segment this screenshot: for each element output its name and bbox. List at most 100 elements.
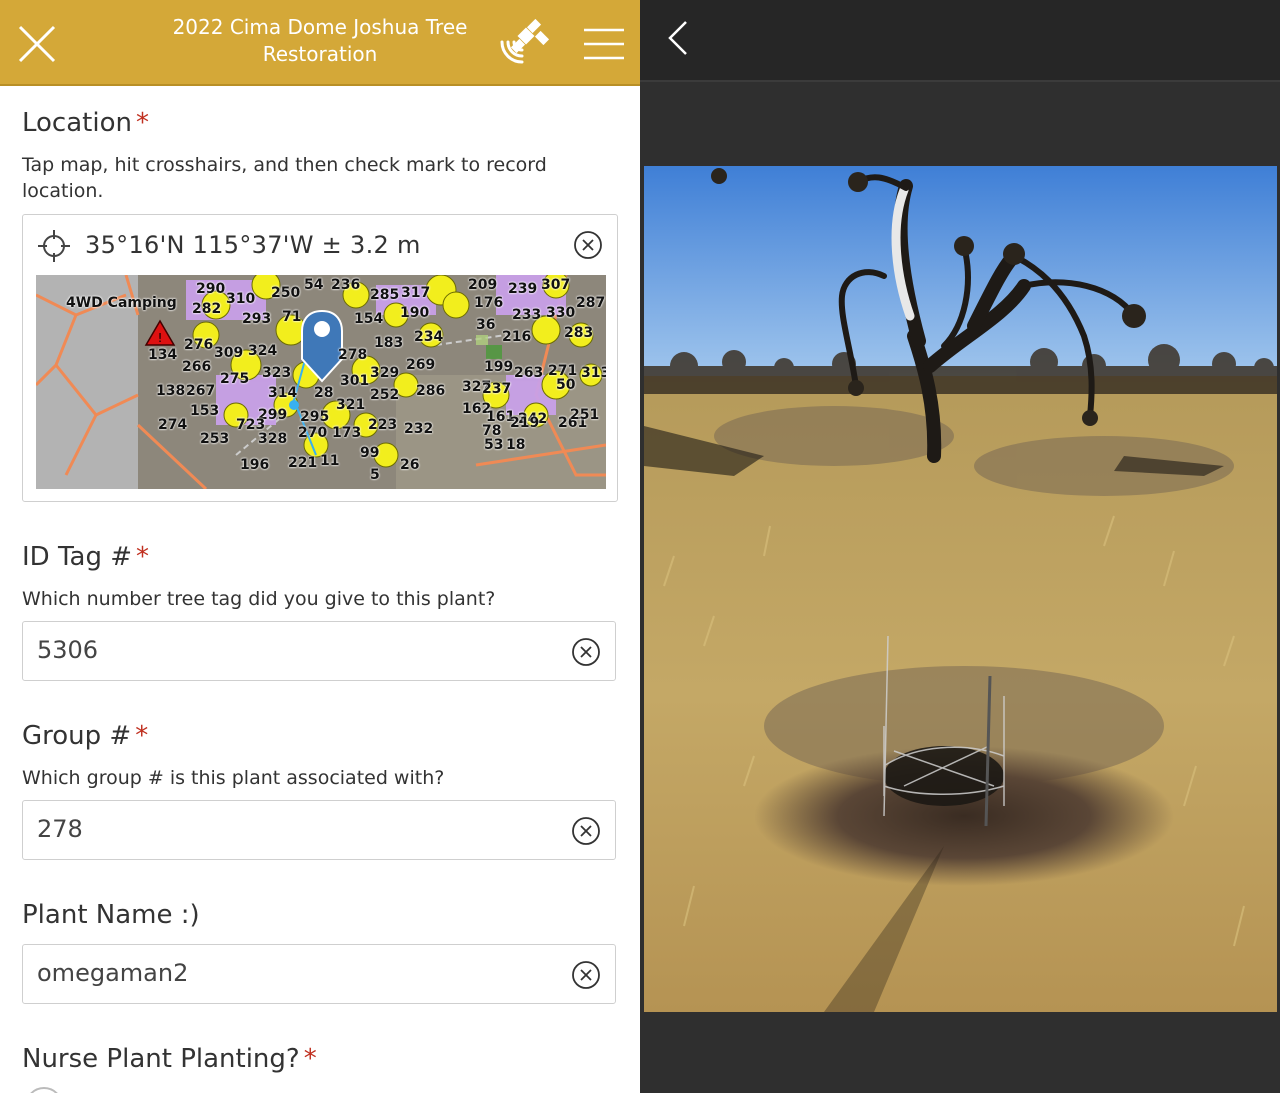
hamburger-menu-icon[interactable] — [584, 26, 624, 62]
group-hint: Which group # is this plant associated w… — [22, 767, 445, 789]
map-point-label: 250 — [271, 285, 301, 301]
map-point-label: 99 — [360, 445, 380, 461]
map-point-label: 328 — [258, 431, 288, 447]
map-point-label: 199 — [484, 359, 514, 375]
map-point-label: 190 — [400, 305, 430, 321]
map-point-label: 138 — [156, 383, 186, 399]
id-tag-hint: Which number tree tag did you give to th… — [22, 588, 496, 610]
map-point-label: 276 — [184, 337, 214, 353]
map-point-label: 237 — [482, 381, 512, 397]
survey-title: 2022 Cima Dome Joshua Tree Restoration — [172, 15, 468, 66]
group-label-text: Group # — [22, 721, 132, 751]
group-value[interactable]: 278 — [37, 815, 83, 843]
map-point-label: 275 — [220, 371, 250, 387]
chevron-left-icon[interactable] — [664, 18, 692, 58]
location-label: Location * — [22, 108, 149, 138]
map-point-label: 173 — [332, 425, 362, 441]
crosshair-icon[interactable] — [37, 229, 71, 263]
map-point-label: 323 — [262, 365, 292, 381]
joshua-tree-planting-photo — [644, 166, 1277, 1012]
map-point-label: 285 — [370, 287, 400, 303]
map-point-label: 221 — [288, 455, 318, 471]
map-point-label: 18 — [506, 437, 526, 453]
photo-viewer-pane — [640, 0, 1280, 1093]
map-point-label: 282 — [192, 301, 222, 317]
map-point-label: 287 — [576, 295, 606, 311]
photo-illustration — [644, 166, 1277, 1012]
plant-name-label: Plant Name :) — [22, 900, 200, 930]
map-point-label: 71 — [282, 309, 302, 325]
map-point-label: 301 — [340, 373, 370, 389]
map-point-label: 267 — [186, 383, 216, 399]
id-tag-value[interactable]: 5306 — [37, 636, 98, 664]
map-point-label: 324 — [248, 343, 278, 359]
map-point-label: 283 — [564, 325, 594, 341]
map-point-label: 5 — [370, 467, 380, 483]
required-marker: * — [303, 1044, 317, 1074]
map-point-label: 234 — [414, 329, 444, 345]
clear-icon[interactable] — [573, 230, 603, 260]
plant-name-value[interactable]: omegaman2 — [37, 959, 188, 987]
map-point-label: 329 — [370, 365, 400, 381]
map-point-label: 251 — [570, 407, 600, 423]
location-map[interactable]: ! 4WD Camping 290 310 250 54 236 285 317 209 239… — [36, 275, 606, 489]
map-label-camping: 4WD Camping — [66, 295, 177, 311]
map-point-label: 321 — [336, 397, 366, 413]
satellite-gps-icon[interactable] — [496, 18, 550, 68]
required-marker: * — [135, 721, 149, 751]
id-tag-input[interactable]: 5306 — [22, 621, 616, 681]
close-icon[interactable] — [17, 24, 57, 64]
map-point-label: 53 — [484, 437, 504, 453]
map-point-label: 307 — [541, 277, 571, 293]
map-point-label: 153 — [190, 403, 220, 419]
map-point-label: 28 — [314, 385, 334, 401]
map-point-label: 36 — [476, 317, 496, 333]
map-point-label: 11 — [320, 453, 340, 469]
location-field[interactable]: 35°16'N 115°37'W ± 3.2 m ! 4WD Camping 2… — [22, 214, 618, 502]
plant-name-input[interactable]: omegaman2 — [22, 944, 616, 1004]
map-point-label: 236 — [331, 277, 361, 293]
clear-icon[interactable] — [571, 816, 601, 846]
map-point-label: 223 — [368, 417, 398, 433]
map-point-label: 270 — [298, 425, 328, 441]
map-point-label: 309 — [214, 345, 244, 361]
map-point-label: 278 — [338, 347, 368, 363]
map-point-label: 154 — [354, 311, 384, 327]
map-point-label: 252 — [370, 387, 400, 403]
map-point-label: 216 — [502, 329, 532, 345]
viewer-header — [640, 0, 1280, 82]
group-label: Group # * — [22, 721, 148, 751]
location-coordinates: 35°16'N 115°37'W ± 3.2 m — [85, 231, 421, 259]
map-point-label: 263 — [514, 365, 544, 381]
id-tag-label-text: ID Tag # — [22, 542, 133, 572]
map-point-label: 209 — [468, 277, 498, 293]
radio-option-icon[interactable] — [22, 1084, 66, 1093]
location-label-text: Location — [22, 108, 132, 138]
clear-icon[interactable] — [571, 637, 601, 667]
nurse-plant-label-text: Nurse Plant Planting? — [22, 1044, 300, 1074]
app-header: 2022 Cima Dome Joshua Tree Restoration — [0, 0, 640, 86]
map-point-label: 269 — [406, 357, 436, 373]
map-point-label: 286 — [416, 383, 446, 399]
map-point-label: 219 — [510, 415, 540, 431]
map-point-label: 314 — [268, 385, 298, 401]
required-marker: * — [135, 108, 149, 138]
clear-icon[interactable] — [571, 960, 601, 990]
location-hint: Tap map, hit crosshairs, and then check … — [22, 154, 547, 202]
map-point-label: 183 — [374, 335, 404, 351]
map-point-label: 310 — [226, 291, 256, 307]
group-input[interactable]: 278 — [22, 800, 616, 860]
map-point-label: 266 — [182, 359, 212, 375]
map-point-label: 232 — [404, 421, 434, 437]
map-point-label: 295 — [300, 409, 330, 425]
required-marker: * — [136, 542, 150, 572]
map-point-label: 26 — [400, 457, 420, 473]
nurse-plant-label: Nurse Plant Planting? * — [22, 1044, 317, 1074]
map-point-label: 196 — [240, 457, 270, 473]
survey-form-pane: 2022 Cima Dome Joshua Tree Restoration L… — [0, 0, 640, 1093]
map-point-label: 233 — [512, 307, 542, 323]
map-point-label: 274 — [158, 417, 188, 433]
map-point-label: 253 — [200, 431, 230, 447]
map-point-label: 317 — [401, 285, 431, 301]
map-point-label: 50 — [556, 377, 576, 393]
